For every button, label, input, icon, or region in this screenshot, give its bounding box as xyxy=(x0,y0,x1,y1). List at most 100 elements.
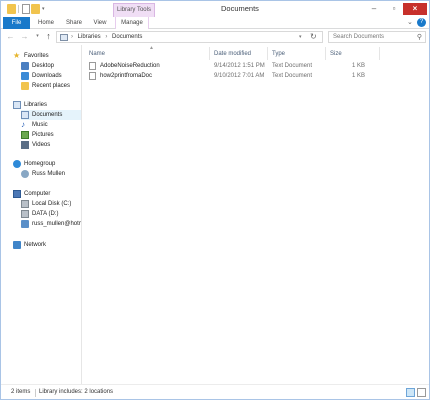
nav-local-disk-c[interactable]: Local Disk (C:) xyxy=(21,199,81,209)
breadcrumb: › Libraries › Documents xyxy=(71,33,145,42)
divider xyxy=(35,389,36,397)
nav-label: DATA (D:) xyxy=(32,211,59,217)
star-icon: ★ xyxy=(13,51,21,60)
nav-recent-places[interactable]: Recent places xyxy=(21,81,81,91)
up-icon[interactable]: ↑ xyxy=(44,31,53,42)
item-count: 2 items xyxy=(11,389,31,395)
downloads-icon xyxy=(21,72,29,80)
network-icon xyxy=(13,241,21,249)
search-icon[interactable]: ⚲ xyxy=(417,33,422,41)
videos-icon xyxy=(21,141,29,149)
tab-file[interactable]: File xyxy=(3,17,30,29)
address-dropdown-icon[interactable]: ▾ xyxy=(299,34,302,40)
nav-pictures[interactable]: Pictures xyxy=(21,130,81,140)
library-tools-label: Library Tools xyxy=(113,3,155,17)
nav-homegroup[interactable]: Homegroup xyxy=(13,159,81,169)
nav-music[interactable]: ♪ Music xyxy=(21,120,81,130)
nav-favorites[interactable]: ★ Favorites xyxy=(13,51,81,61)
drive-icon xyxy=(21,210,29,218)
details-view-icon[interactable] xyxy=(406,388,415,397)
address-row: ← → ▾ ↑ › Libraries › Documents ▾ ↻ Sear… xyxy=(1,29,429,45)
help-icon[interactable]: ? xyxy=(417,18,426,27)
forward-icon[interactable]: → xyxy=(20,31,29,42)
breadcrumb-separator: › xyxy=(105,34,108,40)
tab-view[interactable]: View xyxy=(90,17,110,29)
recent-locations-icon[interactable]: ▾ xyxy=(33,31,42,42)
expand-ribbon-icon[interactable]: ⌄ xyxy=(407,18,413,26)
file-size: 1 KB xyxy=(352,73,366,79)
nav-label: Local Disk (C:) xyxy=(32,201,72,207)
nav-label: Pictures xyxy=(32,132,54,138)
libraries-icon xyxy=(13,101,21,109)
nav-videos[interactable]: Videos xyxy=(21,140,81,150)
divider[interactable] xyxy=(267,47,268,60)
nav-label: Documents xyxy=(32,112,63,118)
nav-label: Network xyxy=(24,242,47,248)
divider[interactable] xyxy=(209,47,210,60)
explorer-window: ▾ Library Tools Documents – ▫ × File Hom… xyxy=(0,0,430,400)
back-icon[interactable]: ← xyxy=(6,31,15,42)
table-row[interactable]: AdobeNoiseReduction 9/14/2012 1:51 PM Te… xyxy=(89,61,379,71)
nav-label: Homegroup xyxy=(24,161,56,167)
divider xyxy=(18,5,19,13)
column-date-modified[interactable]: Date modified xyxy=(214,49,251,59)
nav-documents[interactable]: Documents xyxy=(21,110,81,120)
breadcrumb-documents[interactable]: Documents xyxy=(112,34,142,40)
computer-icon xyxy=(13,190,21,198)
table-row[interactable]: how2printfromaDoc 9/10/2012 7:01 AM Text… xyxy=(89,71,379,81)
nav-desktop[interactable]: Desktop xyxy=(21,61,81,71)
documents-icon xyxy=(21,111,29,119)
network-drive-icon xyxy=(21,220,29,228)
nav-data-d[interactable]: DATA (D:) xyxy=(21,209,81,219)
tab-home[interactable]: Home xyxy=(35,17,57,29)
new-folder-icon[interactable] xyxy=(31,4,40,14)
minimize-button[interactable]: – xyxy=(365,3,383,15)
nav-label: Libraries xyxy=(24,102,48,108)
search-placeholder: Search Documents xyxy=(333,34,385,40)
library-icon xyxy=(60,34,68,41)
divider[interactable] xyxy=(379,47,380,60)
column-type[interactable]: Type xyxy=(272,49,285,59)
folder-icon[interactable] xyxy=(7,4,16,14)
properties-icon[interactable] xyxy=(22,4,30,14)
column-name[interactable]: Name xyxy=(89,49,105,59)
nav-russ-mullen[interactable]: Russ Mullen xyxy=(21,169,81,179)
large-icons-view-icon[interactable] xyxy=(417,388,426,397)
nav-label: Computer xyxy=(24,191,51,197)
desktop-icon xyxy=(21,62,29,70)
tab-share[interactable]: Share xyxy=(62,17,86,29)
file-date: 9/10/2012 7:01 AM xyxy=(214,73,265,79)
nav-libraries[interactable]: Libraries xyxy=(13,100,81,110)
nav-onedrive[interactable]: russ_mullen@hotm xyxy=(21,219,81,229)
text-file-icon xyxy=(89,62,96,70)
status-bar: 2 items Library includes: 2 locations xyxy=(1,384,429,399)
ribbon-tabs: File Home Share View Manage ⌄ ? xyxy=(1,17,429,29)
nav-label: Music xyxy=(32,122,48,128)
column-size[interactable]: Size xyxy=(330,49,342,59)
divider[interactable] xyxy=(325,47,326,60)
nav-label: Downloads xyxy=(32,73,62,79)
file-type: Text Document xyxy=(272,63,313,69)
search-input[interactable]: Search Documents ⚲ xyxy=(328,31,426,43)
close-button[interactable]: × xyxy=(403,3,427,15)
text-file-icon xyxy=(89,72,96,80)
nav-computer[interactable]: Computer xyxy=(13,189,81,199)
maximize-button[interactable]: ▫ xyxy=(385,3,403,15)
breadcrumb-libraries[interactable]: Libraries xyxy=(78,34,101,40)
tab-manage[interactable]: Manage xyxy=(115,17,149,29)
nav-label: Videos xyxy=(32,142,51,148)
window-title: Documents xyxy=(221,4,259,13)
sort-indicator-icon: ▲ xyxy=(149,45,154,51)
customize-quick-access-icon[interactable]: ▾ xyxy=(42,4,48,14)
breadcrumb-separator: › xyxy=(71,34,73,40)
nav-downloads[interactable]: Downloads xyxy=(21,71,81,81)
address-bar[interactable]: › Libraries › Documents ▾ ↻ xyxy=(56,31,323,43)
file-type: Text Document xyxy=(272,73,313,79)
nav-network[interactable]: Network xyxy=(13,240,81,250)
nav-label: Favorites xyxy=(24,53,49,59)
pictures-icon xyxy=(21,131,29,139)
nav-label: Desktop xyxy=(32,63,55,69)
refresh-icon[interactable]: ↻ xyxy=(310,32,317,41)
file-list: ▲ Name Date modified Type Size AdobeNois… xyxy=(83,45,429,384)
homegroup-icon xyxy=(13,160,21,168)
